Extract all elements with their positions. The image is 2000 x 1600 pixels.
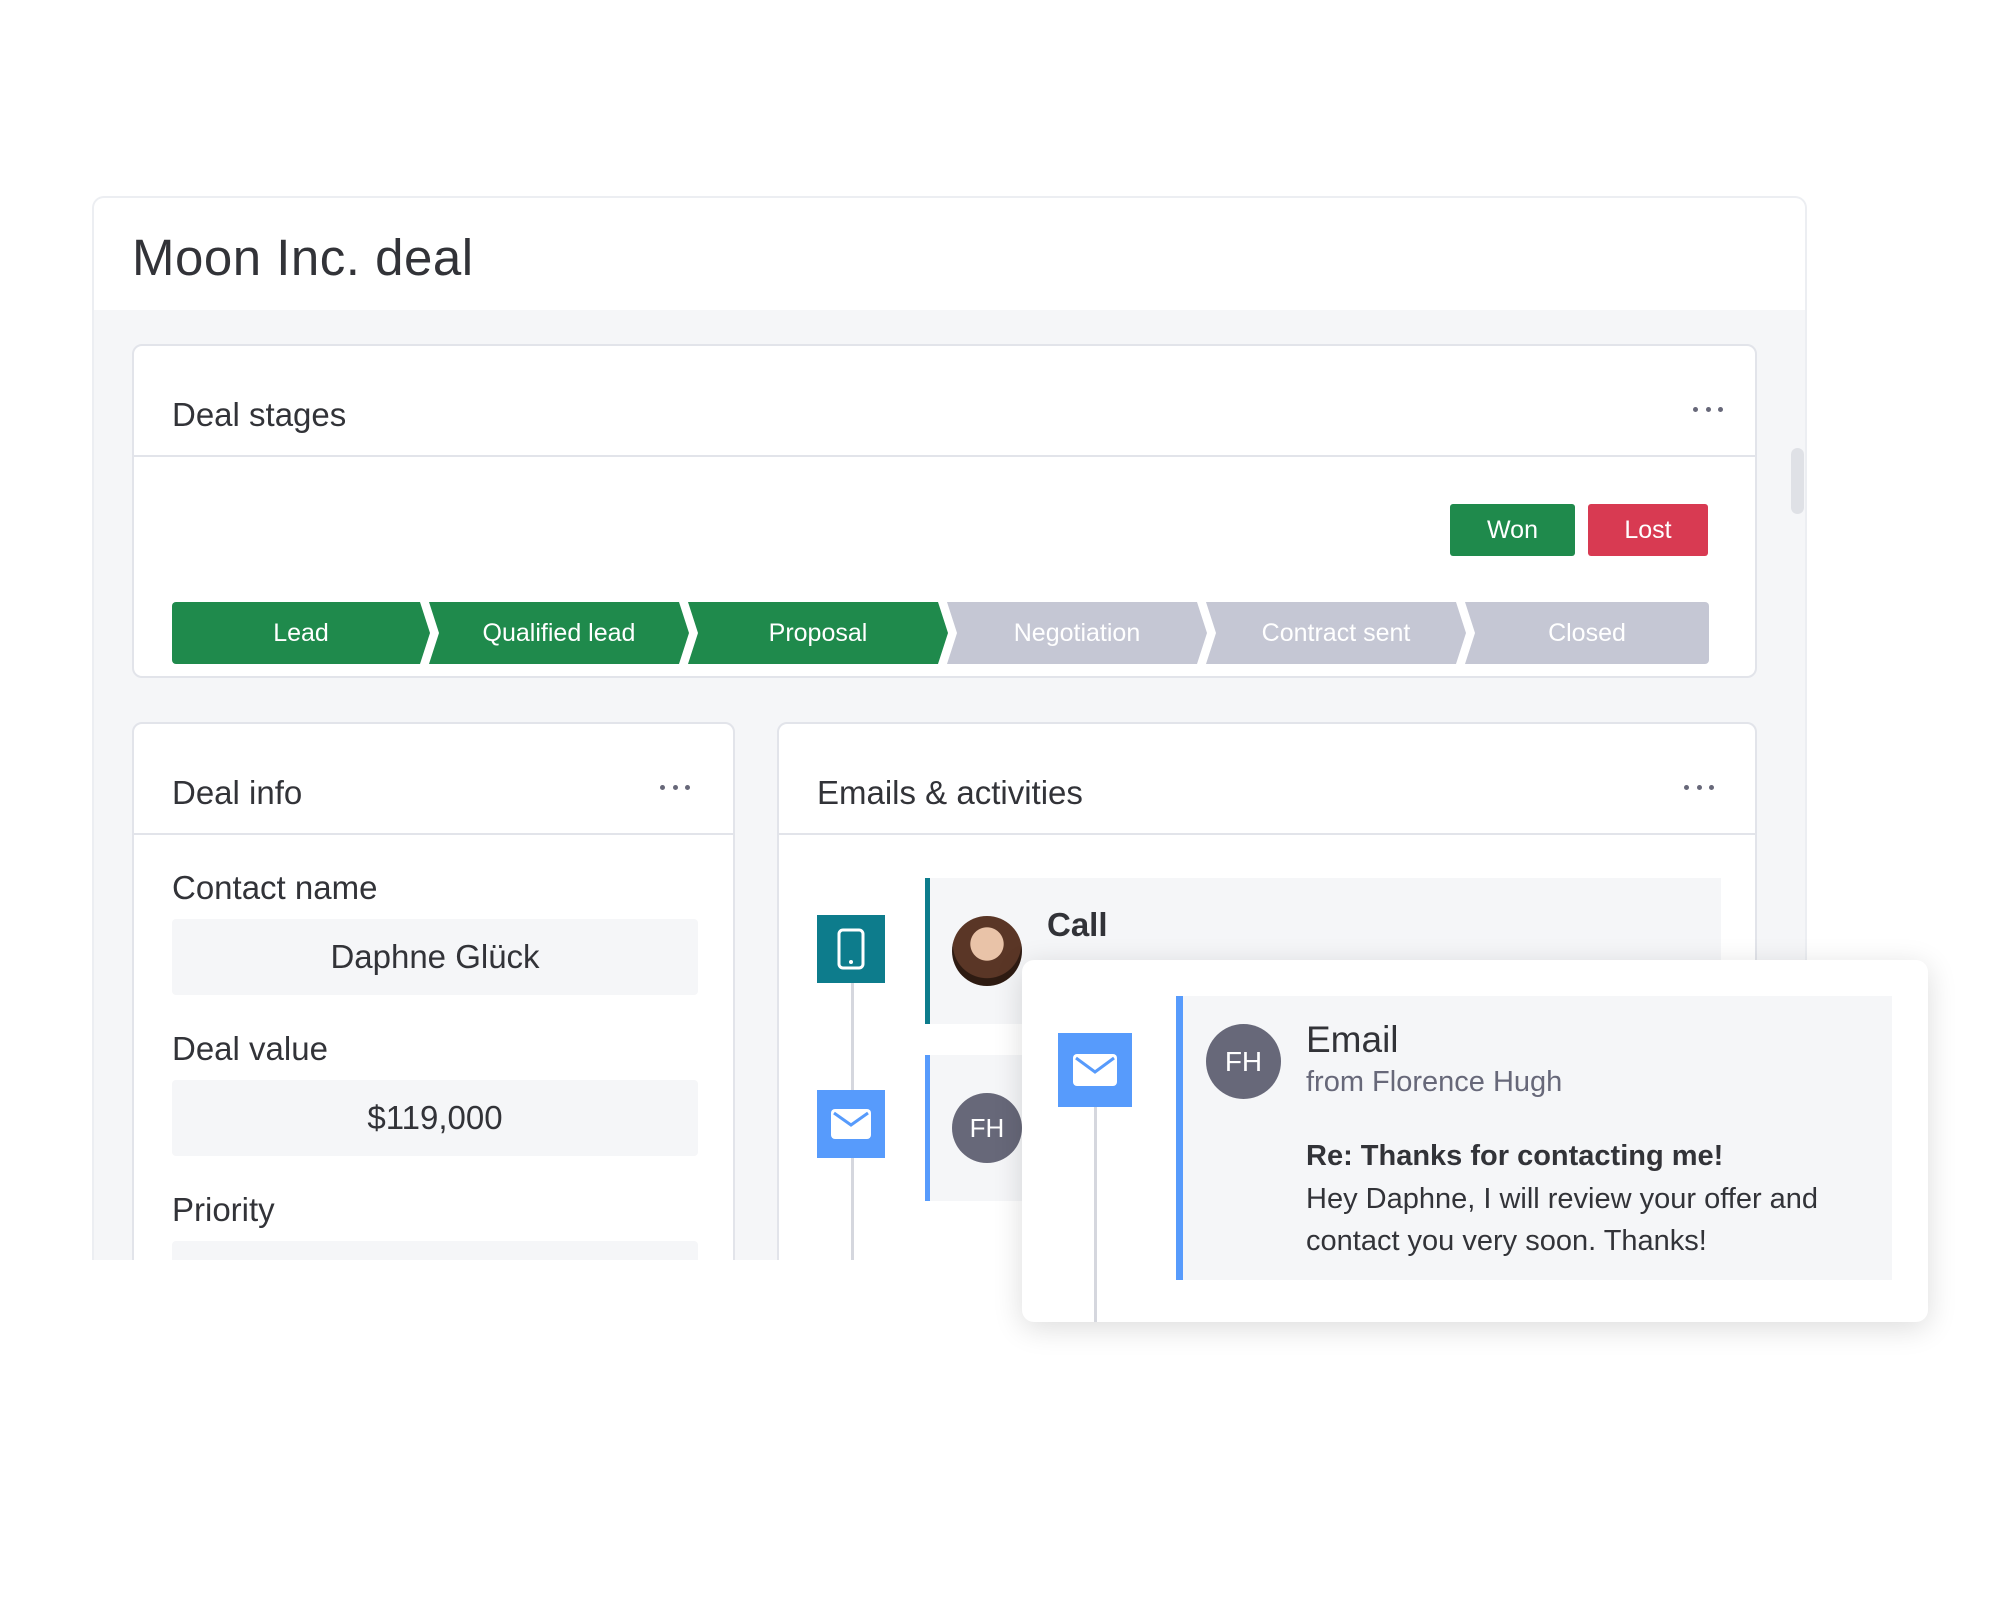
stage-progress-bar: Lead Qualified lead Proposal Negotiation… (172, 602, 1709, 664)
deal-value-label: Deal value (172, 1030, 328, 1067)
email-sender: from Florence Hugh (1306, 1066, 1563, 1098)
deal-value-field[interactable]: $119,000 (172, 1080, 698, 1156)
dot (1684, 784, 1689, 790)
stage-lead[interactable]: Lead (172, 602, 430, 664)
stage-proposal[interactable]: Proposal (688, 602, 948, 664)
dot (1696, 784, 1702, 790)
card-header: Deal info (134, 724, 733, 835)
stage-contract-sent[interactable]: Contract sent (1206, 602, 1466, 664)
more-options-button[interactable] (1688, 394, 1728, 424)
dot (660, 784, 665, 790)
dot (1705, 406, 1711, 412)
avatar: FH (1206, 1024, 1281, 1099)
activity-title: Call (1047, 906, 1108, 943)
page-title: Moon Inc. deal (132, 229, 474, 286)
card-header: Emails & activities (779, 724, 1755, 835)
card-title: Emails & activities (817, 774, 1083, 811)
card-header: Deal stages (134, 346, 1755, 457)
phone-icon (817, 915, 885, 983)
priority-field[interactable] (172, 1241, 698, 1260)
email-activity-item[interactable]: FH Email from Florence Hugh Re: Thanks f… (1176, 996, 1892, 1280)
email-subject: Re: Thanks for contacting me! (1306, 1140, 1724, 1172)
email-title: Email (1306, 1019, 1399, 1060)
scrollbar-thumb[interactable] (1791, 448, 1804, 514)
timeline-line (1094, 1070, 1097, 1322)
priority-label: Priority (172, 1191, 275, 1228)
stage-qualified-lead[interactable]: Qualified lead (429, 602, 689, 664)
contact-name-field[interactable]: Daphne Glück (172, 919, 698, 995)
mail-icon (1058, 1033, 1132, 1107)
avatar: FH (952, 1093, 1022, 1163)
deal-info-card: Deal info Contact name Daphne Glück Deal… (132, 722, 735, 1260)
avatar (952, 916, 1022, 986)
mail-icon (817, 1090, 885, 1158)
dot (1693, 406, 1698, 412)
dot (672, 784, 678, 790)
more-options-button[interactable] (1679, 772, 1719, 802)
lost-button[interactable]: Lost (1588, 504, 1708, 556)
email-body: Hey Daphne, I will review your offer and… (1306, 1183, 1819, 1257)
email-preview-popup: FH Email from Florence Hugh Re: Thanks f… (1022, 960, 1928, 1322)
deal-stages-card: Deal stages Won Lost Lead Qualified lead… (132, 344, 1757, 678)
window-header: Moon Inc. deal (94, 198, 1805, 310)
card-title: Deal stages (172, 396, 347, 433)
stage-closed[interactable]: Closed (1465, 602, 1709, 664)
dot (1718, 406, 1723, 412)
contact-name-label: Contact name (172, 869, 378, 906)
dot (685, 784, 690, 790)
more-options-button[interactable] (655, 772, 695, 802)
won-button[interactable]: Won (1450, 504, 1575, 556)
stage-negotiation[interactable]: Negotiation (947, 602, 1207, 664)
card-title: Deal info (172, 774, 303, 811)
dot (1709, 784, 1714, 790)
